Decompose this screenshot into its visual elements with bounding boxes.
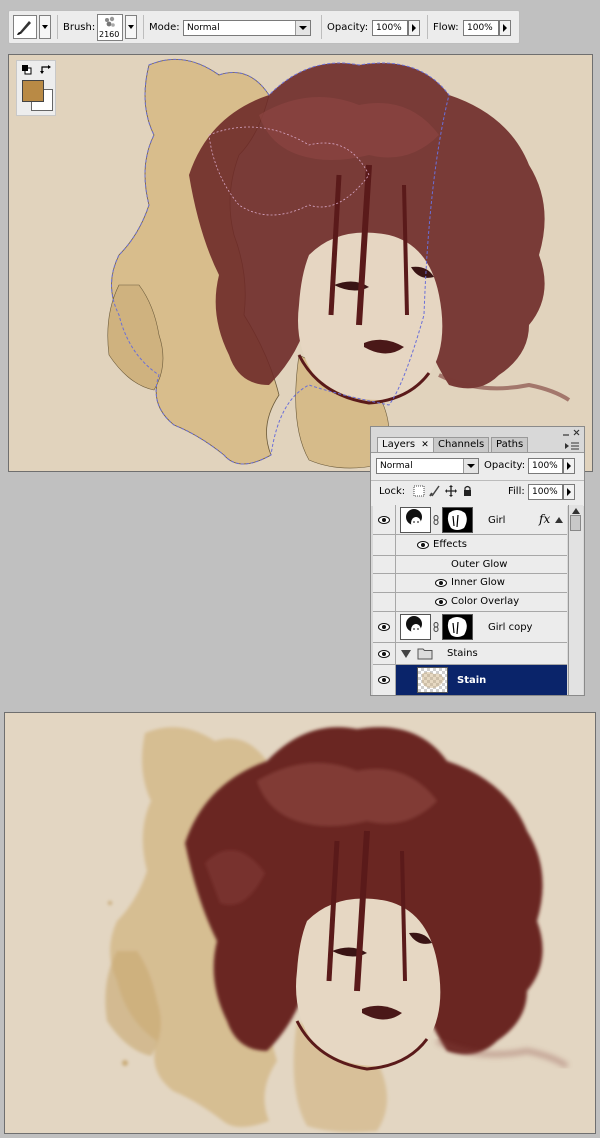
opacity-input[interactable]: 100% — [372, 20, 408, 36]
layer-opacity-label: Opacity: — [484, 460, 526, 471]
layer-name-girl-copy: Girl copy — [488, 622, 533, 633]
final-artwork — [5, 713, 595, 1133]
layer-row-girl-copy[interactable]: Girl copy — [373, 612, 567, 643]
brush-tool-icon[interactable] — [13, 15, 37, 39]
mode-value: Normal — [187, 23, 220, 33]
layer-name-stain: Stain — [457, 675, 487, 686]
brush-preset-dropdown[interactable] — [125, 15, 137, 39]
blend-mode-select[interactable]: Normal — [376, 458, 479, 474]
lock-icons — [413, 485, 471, 497]
layers-scrollbar[interactable] — [568, 505, 583, 695]
lock-label: Lock: — [379, 486, 406, 497]
swap-colors-icon[interactable] — [40, 65, 52, 75]
layer-thumbnail-girl-copy — [400, 614, 431, 640]
folder-icon — [417, 648, 433, 660]
effect-inner-glow-label: Inner Glow — [451, 577, 505, 588]
document-canvas-top[interactable] — [8, 54, 593, 472]
layer-thumbnail-stain — [417, 667, 448, 693]
inner-glow-eye-icon[interactable] — [435, 579, 447, 587]
effects-visibility-eye-icon[interactable] — [417, 541, 429, 549]
effects-label: Effects — [433, 539, 467, 550]
brush-preset-picker[interactable]: 2160 — [97, 14, 123, 41]
flow-label: Flow: — [433, 22, 459, 33]
panel-menu-icon[interactable] — [565, 441, 579, 451]
scrollbar-thumb[interactable] — [570, 515, 581, 531]
tab-paths[interactable]: Paths — [491, 437, 529, 452]
effect-outer-glow-label: Outer Glow — [451, 559, 508, 570]
visibility-eye-icon[interactable] — [378, 623, 390, 631]
opacity-slider-button[interactable] — [408, 20, 420, 36]
layer-opacity-input[interactable]: 100% — [528, 458, 563, 474]
tools-palette — [16, 60, 56, 116]
layer-opacity-slider-button[interactable] — [563, 458, 575, 474]
brush-size-value: 2160 — [99, 30, 120, 39]
layer-name-stains: Stains — [447, 648, 478, 659]
expand-effects-icon[interactable] — [555, 517, 563, 523]
effect-inner-glow[interactable]: Inner Glow — [373, 574, 567, 593]
scroll-up-icon[interactable] — [572, 508, 580, 514]
fill-label: Fill: — [508, 486, 525, 497]
brush-tip-icon — [105, 16, 115, 27]
opacity-label: Opacity: — [327, 22, 369, 33]
brush-label: Brush: — [63, 22, 96, 33]
effects-row[interactable]: Effects — [373, 535, 567, 555]
chevron-down-icon — [295, 21, 310, 35]
layer-thumbnail-girl — [400, 507, 431, 533]
tool-preset-dropdown[interactable] — [39, 15, 51, 39]
tab-paths-label: Paths — [496, 439, 524, 450]
effect-color-overlay[interactable]: Color Overlay — [373, 593, 567, 612]
color-overlay-eye-icon[interactable] — [435, 598, 447, 606]
blend-mode-value: Normal — [380, 461, 413, 471]
layers-panel: Layers ✕ Channels Paths Normal Opacity: … — [370, 426, 585, 696]
tab-channels-label: Channels — [438, 439, 485, 450]
artwork-with-selection — [9, 55, 592, 471]
default-colors-icon[interactable] — [22, 65, 32, 75]
flow-slider-button[interactable] — [499, 20, 511, 36]
link-icon — [433, 622, 439, 632]
effect-color-overlay-label: Color Overlay — [451, 596, 520, 607]
layer-mask-thumbnail-girl-copy — [442, 614, 473, 640]
close-icon[interactable]: ✕ — [421, 440, 429, 450]
layer-group-stains[interactable]: Stains — [373, 643, 567, 665]
link-icon — [433, 515, 439, 525]
fx-icon[interactable]: fx — [539, 512, 550, 526]
visibility-eye-icon[interactable] — [378, 650, 390, 658]
tab-layers[interactable]: Layers ✕ — [377, 437, 434, 452]
fill-input[interactable]: 100% — [528, 484, 563, 500]
fill-slider-button[interactable] — [563, 484, 575, 500]
mode-select[interactable]: Normal — [183, 20, 311, 36]
layer-row-girl[interactable]: Girl fx — [373, 505, 567, 535]
mode-label: Mode: — [149, 22, 180, 33]
tab-channels[interactable]: Channels — [433, 437, 490, 452]
options-bar: Brush: 2160 Mode: Normal Opacity: 100% F… — [8, 10, 520, 44]
tab-layers-label: Layers — [382, 439, 416, 450]
foreground-color-swatch[interactable] — [22, 80, 44, 102]
document-canvas-result[interactable] — [4, 712, 596, 1134]
layer-mask-thumbnail-girl — [442, 507, 473, 533]
panel-minimize-close-icon[interactable] — [561, 429, 581, 437]
group-expanded-triangle-icon[interactable] — [401, 650, 411, 658]
layer-name-girl: Girl — [488, 515, 506, 526]
visibility-eye-icon[interactable] — [378, 676, 390, 684]
flow-input[interactable]: 100% — [463, 20, 499, 36]
visibility-eye-icon[interactable] — [378, 516, 390, 524]
layer-row-stain[interactable]: Stain — [373, 665, 567, 695]
effect-outer-glow[interactable]: Outer Glow — [373, 555, 567, 574]
chevron-down-icon — [463, 459, 478, 473]
